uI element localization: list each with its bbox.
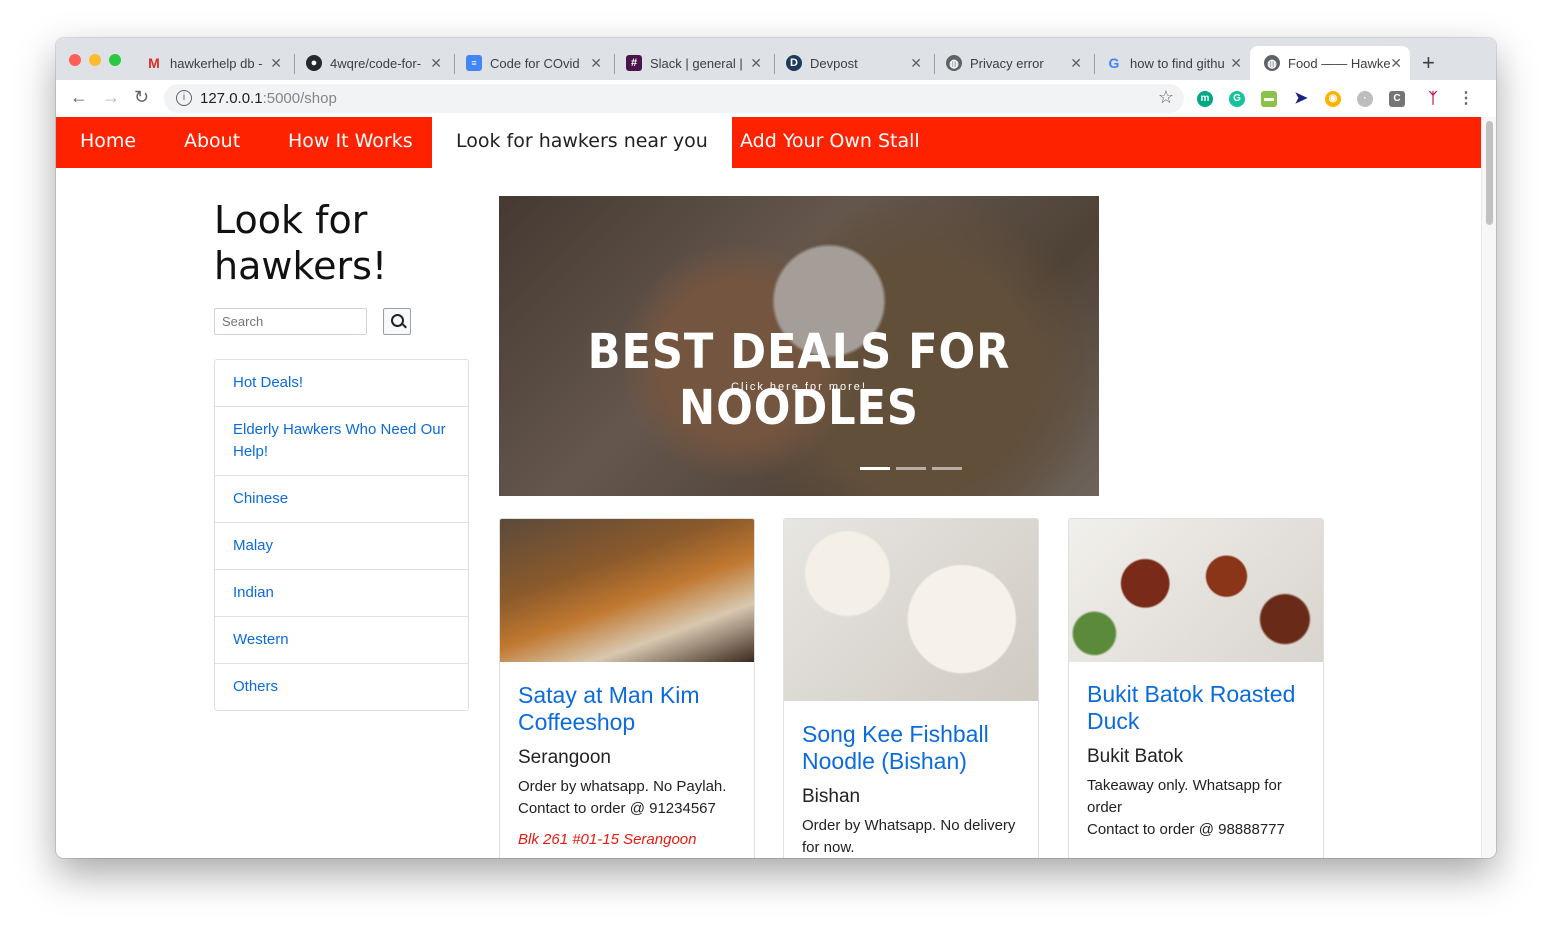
carousel-title: BEST DEALS FOR NOODLES (587, 324, 1011, 436)
address-bar[interactable]: i 127.0.0.1:5000/shop ☆ (164, 84, 1184, 113)
browser-tab[interactable]: # Slack | general | ✕ (612, 46, 770, 80)
new-tab-button[interactable]: + (1422, 50, 1435, 76)
stall-card[interactable]: Song Kee Fishball Noodle (Bishan) Bishan… (783, 518, 1039, 858)
devpost-icon: D (786, 55, 802, 71)
pointer-extension-icon[interactable]: ➤ (1293, 91, 1309, 107)
search-icon (391, 314, 404, 327)
browser-tab[interactable]: ◍ Privacy error ✕ (932, 46, 1090, 80)
close-tab-icon[interactable]: ✕ (590, 55, 602, 72)
stall-location: Serangoon (518, 747, 611, 768)
category-indian[interactable]: Indian (215, 570, 468, 617)
tab-strip: M hawkerhelp db - ✕ ● 4wqre/code-for- ✕ … (56, 38, 1496, 80)
google-icon: G (1108, 55, 1120, 71)
browser-toolbar: ← → ↻ i 127.0.0.1:5000/shop ☆ m G ▬ ➤ ◉ … (56, 80, 1496, 118)
fishball-noodle-photo (784, 519, 1038, 701)
browser-tab[interactable]: M hawkerhelp db - ✕ (132, 46, 290, 80)
close-window-button[interactable] (69, 54, 81, 66)
extension-c-icon[interactable]: C (1389, 91, 1405, 107)
stall-address: Blk 261 #01-15 Serangoon (518, 831, 697, 848)
url-text: 127.0.0.1:5000/shop (200, 90, 337, 107)
category-chinese[interactable]: Chinese (215, 476, 468, 523)
stall-location: Bishan (802, 786, 861, 807)
minimize-window-button[interactable] (89, 54, 101, 66)
carousel-subtitle: Click here for more! (731, 381, 867, 393)
carousel-indicator[interactable] (932, 467, 962, 470)
category-list: Hot Deals! Elderly Hawkers Who Need Our … (214, 359, 469, 711)
site-navbar: Home About How It Works Look for hawkers… (56, 117, 1481, 168)
nav-look-for-hawkers[interactable]: Look for hawkers near you (432, 117, 732, 168)
site-info-icon[interactable]: i (176, 90, 192, 106)
close-tab-icon[interactable]: ✕ (430, 55, 442, 72)
browser-menu-icon[interactable]: ⋮ (1458, 91, 1474, 107)
stall-location: Bukit Batok (1087, 746, 1184, 767)
globe-icon: ◍ (1264, 55, 1280, 71)
extension-m-icon[interactable]: m (1197, 91, 1213, 107)
close-tab-icon[interactable]: ✕ (1070, 55, 1082, 72)
browser-tab[interactable]: ≡ Code for COvid ✕ (452, 46, 610, 80)
gmail-icon: M (148, 55, 160, 71)
stall-description: Order by whatsapp. No Paylah. Contact to … (518, 778, 727, 817)
stall-title[interactable]: Bukit Batok Roasted Duck (1087, 681, 1305, 735)
nav-about[interactable]: About (184, 117, 240, 168)
satay-photo (500, 519, 754, 662)
category-elderly-hawkers[interactable]: Elderly Hawkers Who Need Our Help! (215, 407, 468, 476)
docs-icon: ≡ (466, 55, 482, 71)
search-button[interactable] (383, 308, 411, 335)
bookmark-star-icon[interactable]: ☆ (1158, 87, 1174, 108)
stall-title[interactable]: Song Kee Fishball Noodle (Bishan) (802, 721, 1020, 775)
stall-card[interactable]: Bukit Batok Roasted Duck Bukit Batok Tak… (1068, 518, 1324, 858)
grammarly-icon[interactable]: G (1229, 91, 1245, 107)
extension-gray-icon[interactable]: · (1357, 91, 1373, 107)
close-tab-icon[interactable]: ✕ (270, 55, 282, 72)
category-others[interactable]: Others (215, 664, 468, 710)
category-western[interactable]: Western (215, 617, 468, 664)
carousel-indicator[interactable] (896, 467, 926, 470)
nav-home[interactable]: Home (80, 117, 136, 168)
category-hot-deals[interactable]: Hot Deals! (215, 360, 468, 407)
reload-button[interactable]: ↻ (134, 87, 149, 108)
promo-carousel[interactable]: BEST DEALS FOR NOODLES Click here for mo… (499, 196, 1099, 496)
page-title: Look for hawkers! (214, 198, 388, 288)
scrollbar-thumb[interactable] (1486, 121, 1493, 225)
nav-how-it-works[interactable]: How It Works (288, 117, 413, 168)
slack-icon: # (626, 55, 642, 71)
close-tab-icon[interactable]: ✕ (1230, 55, 1242, 72)
extension-face-icon[interactable]: ◉ (1325, 91, 1341, 107)
stall-description: Order by Whatsapp. No delivery for now. (802, 817, 1016, 856)
browser-tab[interactable]: G how to find githu ✕ (1092, 46, 1250, 80)
globe-icon: ◍ (946, 55, 962, 71)
zoom-window-button[interactable] (109, 54, 121, 66)
browser-tab[interactable]: D Devpost ✕ (772, 46, 930, 80)
browser-tab-active[interactable]: ◍ Food —— Hawke ✕ (1250, 46, 1410, 80)
carousel-indicator[interactable] (860, 467, 890, 470)
github-icon: ● (306, 55, 322, 71)
category-malay[interactable]: Malay (215, 523, 468, 570)
close-tab-icon[interactable]: ✕ (750, 55, 762, 72)
browser-tab[interactable]: ● 4wqre/code-for- ✕ (292, 46, 450, 80)
page-content: Home About How It Works Look for hawkers… (56, 117, 1481, 858)
search-input[interactable] (214, 308, 367, 335)
extension-people-icon[interactable]: ᛉ (1425, 91, 1441, 107)
roasted-duck-photo (1069, 519, 1323, 662)
nav-add-stall[interactable]: Add Your Own Stall (740, 117, 920, 168)
close-tab-icon[interactable]: ✕ (1390, 55, 1402, 72)
stall-title[interactable]: Satay at Man Kim Coffeeshop (518, 682, 736, 736)
stall-card[interactable]: Satay at Man Kim Coffeeshop Serangoon Or… (499, 518, 755, 858)
page-scrollbar[interactable] (1481, 117, 1496, 858)
browser-window: M hawkerhelp db - ✕ ● 4wqre/code-for- ✕ … (56, 38, 1496, 858)
back-button[interactable]: ← (70, 87, 88, 108)
extension-bread-icon[interactable]: ▬ (1261, 91, 1277, 107)
forward-button[interactable]: → (102, 87, 120, 108)
stall-description: Takeaway only. Whatsapp for order Contact… (1087, 777, 1285, 838)
close-tab-icon[interactable]: ✕ (910, 55, 922, 72)
